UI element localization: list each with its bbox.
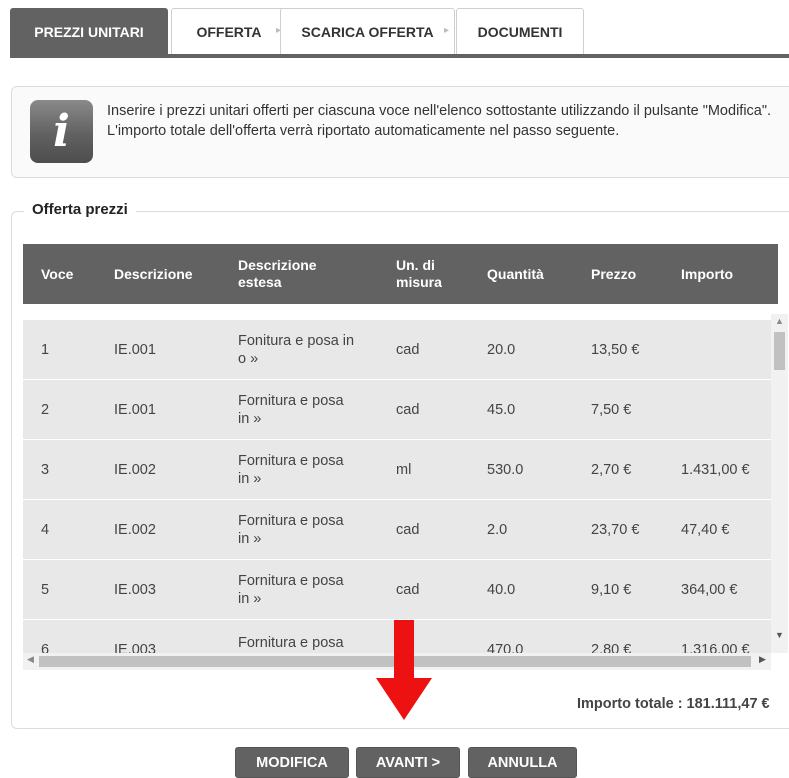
cell-descrizione: IE.001	[114, 402, 156, 418]
tab-label: SCARICA OFFERTA	[301, 23, 434, 40]
cell-unita: cad	[396, 522, 420, 538]
table-row[interactable]: 1 IE.001 Fonitura e posa in o» cad 20.0 …	[23, 320, 771, 380]
cell-importo: 1.431,00 €	[681, 462, 750, 478]
cell-descrizione: IE.003	[114, 582, 156, 598]
cell-descrizione-estesa: Fornitura e posa in»	[238, 560, 368, 620]
cell-prezzo: 9,10 €	[591, 582, 632, 598]
header-descrizione-estesa[interactable]: Descrizione estesa	[238, 244, 348, 304]
cell-quantita: 45.0	[487, 402, 516, 418]
expand-icon[interactable]: »	[253, 531, 261, 547]
tab-documenti[interactable]: DOCUMENTI	[456, 8, 584, 54]
annulla-button[interactable]: ANNULLA	[468, 747, 577, 778]
modifica-button[interactable]: MODIFICA	[235, 747, 349, 778]
cell-descrizione-estesa: Fornitura e posa in»	[238, 440, 368, 500]
table-header: Voce Descrizione Descrizione estesa Un. …	[23, 244, 778, 304]
importo-totale: Importo totale : 181.111,47 €	[577, 696, 770, 712]
cell-voce: 6	[41, 642, 50, 653]
info-box: i Inserire i prezzi unitari offerti per …	[11, 86, 789, 178]
table-body: 1 IE.001 Fonitura e posa in o» cad 20.0 …	[23, 320, 771, 653]
chevron-right-icon: ▸	[443, 25, 449, 36]
cell-quantita: 470.0	[487, 642, 524, 653]
cell-prezzo: 2,70 €	[591, 462, 632, 478]
tab-label: PREZZI UNITARI	[34, 23, 144, 40]
cell-voce: 2	[41, 402, 50, 418]
cell-unita: cad	[396, 582, 420, 598]
cell-quantita: 530.0	[487, 462, 524, 478]
table-row[interactable]: 4 IE.002 Fornitura e posa in» cad 2.0 23…	[23, 500, 771, 560]
cell-importo: 47,40 €	[681, 522, 730, 538]
cell-quantita: 2.0	[487, 522, 508, 538]
scroll-left-icon[interactable]: ◀	[27, 654, 34, 665]
table-row[interactable]: 2 IE.001 Fornitura e posa in» cad 45.0 7…	[23, 380, 771, 440]
expand-icon[interactable]: »	[253, 411, 261, 427]
scroll-thumb[interactable]	[774, 332, 785, 370]
cell-descrizione-estesa: Fonitura e posa in o»	[238, 320, 368, 380]
cell-unita: ml	[396, 462, 412, 478]
tab-prezzi-unitari[interactable]: PREZZI UNITARI	[10, 8, 168, 54]
expand-icon[interactable]: »	[253, 591, 261, 607]
cell-voce: 5	[41, 582, 50, 598]
header-quantita[interactable]: Quantità	[487, 244, 544, 304]
cell-unita: cad	[396, 342, 420, 358]
header-importo[interactable]: Importo	[681, 244, 733, 304]
cell-prezzo: 7,50 €	[591, 402, 632, 418]
header-unita-misura[interactable]: Un. di misura	[396, 244, 466, 304]
cell-voce: 1	[41, 342, 50, 358]
scroll-right-icon[interactable]: ▶	[759, 654, 766, 665]
expand-icon[interactable]: »	[253, 471, 261, 487]
avanti-button[interactable]: AVANTI >	[356, 747, 460, 778]
vertical-scrollbar[interactable]: ▲ ▼	[771, 314, 788, 653]
expand-icon[interactable]: »	[250, 351, 258, 367]
cell-importo: 1.316,00 €	[681, 642, 750, 653]
cell-descrizione: IE.003	[114, 642, 156, 653]
tab-offerta[interactable]: OFFERTA ▸	[171, 8, 287, 54]
cell-descrizione-estesa: Fornitura e posa in»	[238, 500, 368, 560]
info-icon: i	[30, 100, 93, 163]
scroll-down-icon[interactable]: ▼	[771, 630, 788, 640]
cell-descrizione-estesa: Fornitura e posa in»	[238, 380, 368, 440]
header-descrizione[interactable]: Descrizione	[114, 244, 193, 304]
table-row[interactable]: 3 IE.002 Fornitura e posa in» ml 530.0 2…	[23, 440, 771, 500]
cell-prezzo: 2,80 €	[591, 642, 632, 653]
cell-importo: 364,00 €	[681, 582, 738, 598]
cell-unita: cad	[396, 402, 420, 418]
scroll-up-icon[interactable]: ▲	[771, 316, 788, 326]
tab-label: OFFERTA	[196, 23, 262, 40]
cell-quantita: 20.0	[487, 342, 516, 358]
cell-voce: 4	[41, 522, 50, 538]
cell-prezzo: 23,70 €	[591, 522, 640, 538]
red-arrow-icon	[376, 620, 432, 720]
cell-quantita: 40.0	[487, 582, 516, 598]
fieldset-legend: Offerta prezzi	[24, 201, 136, 218]
cell-descrizione: IE.002	[114, 462, 156, 478]
header-prezzo[interactable]: Prezzo	[591, 244, 636, 304]
header-voce[interactable]: Voce	[41, 244, 73, 304]
tab-scarica-offerta[interactable]: SCARICA OFFERTA ▸	[280, 8, 455, 54]
cell-voce: 3	[41, 462, 50, 478]
info-text: Inserire i prezzi unitari offerti per ci…	[107, 103, 772, 139]
cell-descrizione: IE.001	[114, 342, 156, 358]
cell-descrizione: IE.002	[114, 522, 156, 538]
wizard-tabs: PREZZI UNITARI OFFERTA ▸ SCARICA OFFERTA…	[10, 8, 789, 58]
cell-descrizione-estesa: Fornitura e posa	[238, 635, 344, 651]
cell-prezzo: 13,50 €	[591, 342, 640, 358]
table-row[interactable]: 5 IE.003 Fornitura e posa in» cad 40.0 9…	[23, 560, 771, 620]
tab-label: DOCUMENTI	[477, 23, 563, 40]
